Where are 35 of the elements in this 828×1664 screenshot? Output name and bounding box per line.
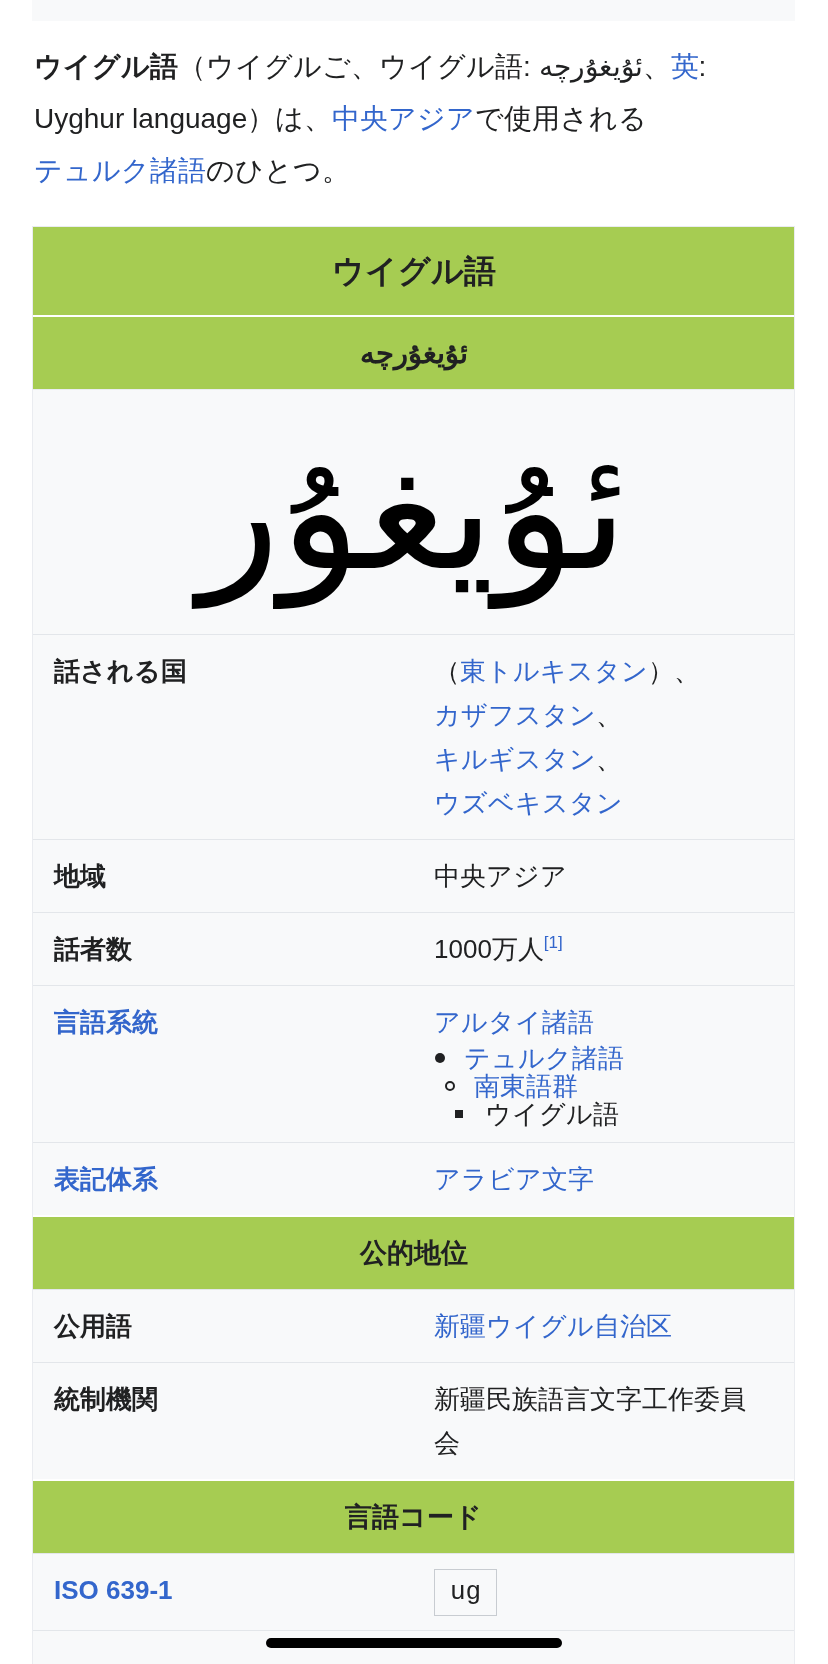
field-label-link[interactable]: 表記体系: [54, 1164, 158, 1194]
field-label: 地域: [54, 861, 106, 891]
field-label: 統制機関: [54, 1384, 158, 1414]
field-value: （東トルキスタン）、 カザフスタン、 キルギスタン、 ウズベキスタン: [434, 656, 700, 818]
inline-link[interactable]: 中央アジア: [332, 103, 476, 134]
inline-link[interactable]: キルギスタン: [434, 744, 596, 774]
tree-item-text: ウイグル語: [485, 1100, 619, 1128]
tree-link[interactable]: 南東語群: [474, 1072, 578, 1100]
field-label: 話される国: [54, 656, 187, 686]
infobox-title: ウイグル語: [33, 227, 794, 315]
field-value: 1000万人$^{[1]}$: [434, 934, 563, 964]
section-header: 言語コード: [33, 1479, 794, 1553]
field-label-link[interactable]: ISO 639-1: [54, 1575, 173, 1605]
disc-bullet-icon: [435, 1053, 445, 1063]
field-label: 公用語: [54, 1311, 132, 1341]
field-value: 新疆民族語言文字工作委員会: [434, 1384, 746, 1458]
section-header: 公的地位: [33, 1215, 794, 1289]
script-sample-text: ئۇيغۇر: [184, 400, 643, 620]
inline-link[interactable]: 東トルキスタン: [460, 656, 648, 686]
tree-link[interactable]: テュルク諸語: [464, 1044, 624, 1072]
footnote-link[interactable]: [1]: [543, 933, 563, 953]
ring-bullet-icon: [445, 1081, 455, 1091]
field-label: 話者数: [54, 934, 132, 964]
value-link[interactable]: アラビア文字: [434, 1164, 594, 1194]
value-link[interactable]: アルタイ諸語: [434, 1007, 594, 1037]
field-value: 中央アジア: [434, 861, 567, 891]
language-code: ug: [434, 1568, 498, 1616]
inline-link[interactable]: テュルク諸語: [34, 155, 206, 186]
value-link[interactable]: 新疆ウイグル自治区: [434, 1311, 672, 1341]
inline-link[interactable]: ウズベキスタン: [434, 788, 623, 818]
inline-link[interactable]: 英: [670, 51, 699, 82]
field-label-link[interactable]: 言語系統: [54, 1007, 158, 1037]
section-header: ئۇيغۇرچە: [33, 315, 794, 389]
inline-link[interactable]: カザフスタン: [434, 700, 596, 730]
square-bullet-icon: [455, 1110, 463, 1118]
